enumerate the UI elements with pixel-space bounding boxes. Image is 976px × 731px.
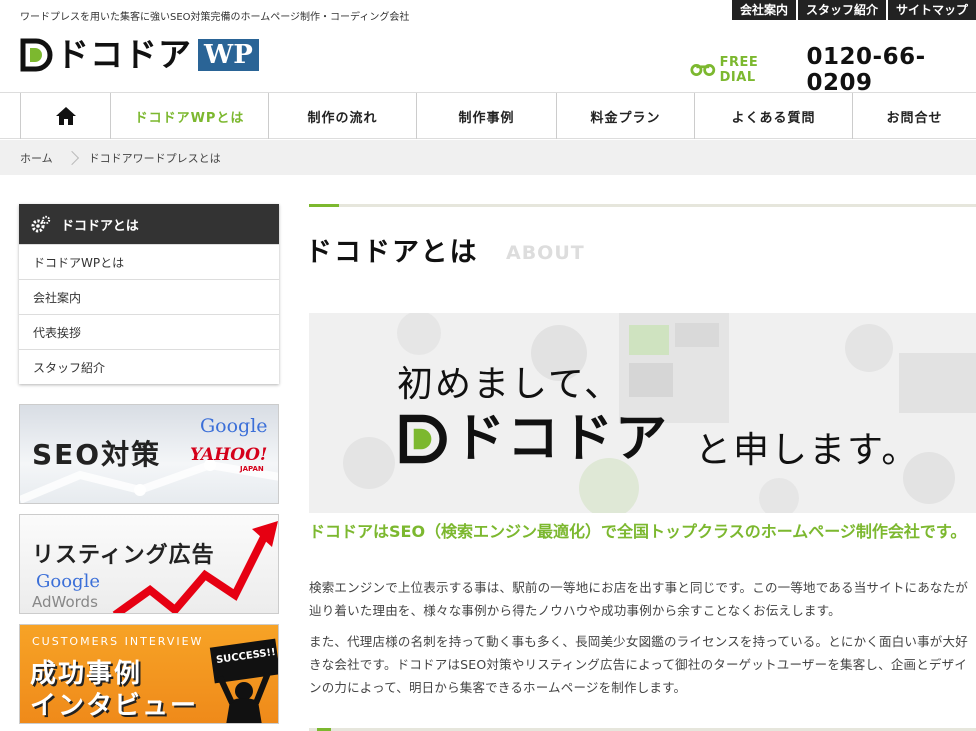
success-person-silhouette [209, 638, 278, 723]
topnav-company[interactable]: 会社案内 [731, 0, 796, 20]
nav-home[interactable] [20, 93, 110, 139]
listing-banner-title: リスティング広告 [32, 543, 215, 568]
intro-paragraph-1: 検索エンジンで上位表示する事は、駅前の一等地にお店を出す事と同じです。この一等地… [309, 580, 969, 618]
listing-ad-banner[interactable]: リスティング広告 Google AdWords [19, 514, 279, 614]
nav-pricing[interactable]: 料金プラン [556, 93, 694, 139]
sidebar-heading-text: ドコドアとは [61, 218, 139, 234]
nav-about[interactable]: ドコドアWPとは [110, 93, 268, 139]
logo-mark-icon [399, 414, 447, 464]
sidebar-item-greeting[interactable]: 代表挨拶 [19, 314, 279, 349]
free-dial[interactable]: FREE DIAL 0120-66-0209 [690, 44, 976, 96]
page-subtitle: ABOUT [506, 242, 585, 264]
topnav-sitemap[interactable]: サイトマップ [887, 0, 976, 20]
logo-text: ドコドア [56, 35, 192, 74]
logo-wp-badge: WP [198, 39, 259, 71]
interview-banner[interactable]: CUSTOMERS INTERVIEW 成功事例 インタビュー SUCCESS!… [19, 624, 279, 724]
sidebar-item-staff[interactable]: スタッフ紹介 [19, 349, 279, 384]
sidebar-menu: ドコドアとは ドコドアWPとは 会社案内 代表挨拶 スタッフ紹介 [19, 204, 279, 384]
home-icon [55, 107, 76, 125]
site-logo[interactable]: ドコドア WP [20, 38, 259, 72]
nav-works[interactable]: 制作事例 [416, 93, 556, 139]
intro-headline: ドコドアはSEO（検索エンジン最適化）で全国トップクラスのホームページ制作会社で… [309, 522, 967, 541]
nav-faq[interactable]: よくある質問 [694, 93, 852, 139]
yahoo-logo: YAHOO! [190, 445, 268, 465]
breadcrumb: ホーム ドコドアワードプレスとは [0, 140, 976, 175]
nav-contact[interactable]: お問合せ [852, 93, 976, 139]
google-logo: Google [200, 415, 268, 437]
gears-icon [31, 215, 51, 233]
phone-number[interactable]: 0120-66-0209 [807, 44, 976, 96]
site-tagline: ワードプレスを用いた集客に強いSEO対策完備のホームページ制作・コーディング会社 [20, 12, 410, 23]
intro-paragraph-2: また、代理店様の名刺を持って動く事も多く、長岡美少女図鑑のライセンスを持っている… [309, 634, 968, 695]
main-nav: ドコドアWPとは 制作の流れ 制作事例 料金プラン よくある質問 お問合せ [0, 92, 976, 139]
interview-title-line2: インタビュー [30, 691, 199, 721]
sidebar-item-about-wp[interactable]: ドコドアWPとは [19, 244, 279, 279]
title-divider [309, 204, 976, 207]
free-dial-label: FREE DIAL [719, 55, 759, 85]
hero-greeting-line2: と申します。 [695, 430, 920, 471]
hero-logo-text: ドコドア [453, 409, 670, 469]
sidebar-heading: ドコドアとは [19, 204, 279, 244]
breadcrumb-home[interactable]: ホーム [20, 150, 53, 166]
page-title: ドコドアとは [305, 237, 479, 268]
hero-greeting-line1: 初めまして、 [397, 364, 623, 405]
hero-logo: ドコドア [399, 413, 669, 465]
seo-banner[interactable]: SEO対策 Google YAHOO! JAPAN [19, 404, 279, 504]
yahoo-japan-text: JAPAN [240, 465, 264, 473]
google-logo: Google [36, 571, 100, 592]
seo-banner-title: SEO対策 [32, 438, 162, 471]
nav-flow[interactable]: 制作の流れ [268, 93, 416, 139]
top-utility-nav: 会社案内 スタッフ紹介 サイトマップ [731, 0, 976, 20]
adwords-text: AdWords [32, 593, 98, 611]
sidebar-item-company[interactable]: 会社案内 [19, 279, 279, 314]
logo-mark-icon [20, 38, 53, 72]
chevron-right-icon [64, 150, 79, 165]
breadcrumb-current: ドコドアワードプレスとは [88, 151, 221, 165]
topnav-staff[interactable]: スタッフ紹介 [797, 0, 886, 20]
interview-caption: CUSTOMERS INTERVIEW [32, 635, 204, 648]
free-dial-icon [690, 64, 716, 76]
hero-image: 初めまして、 ドコドア と申します。 [309, 313, 976, 513]
